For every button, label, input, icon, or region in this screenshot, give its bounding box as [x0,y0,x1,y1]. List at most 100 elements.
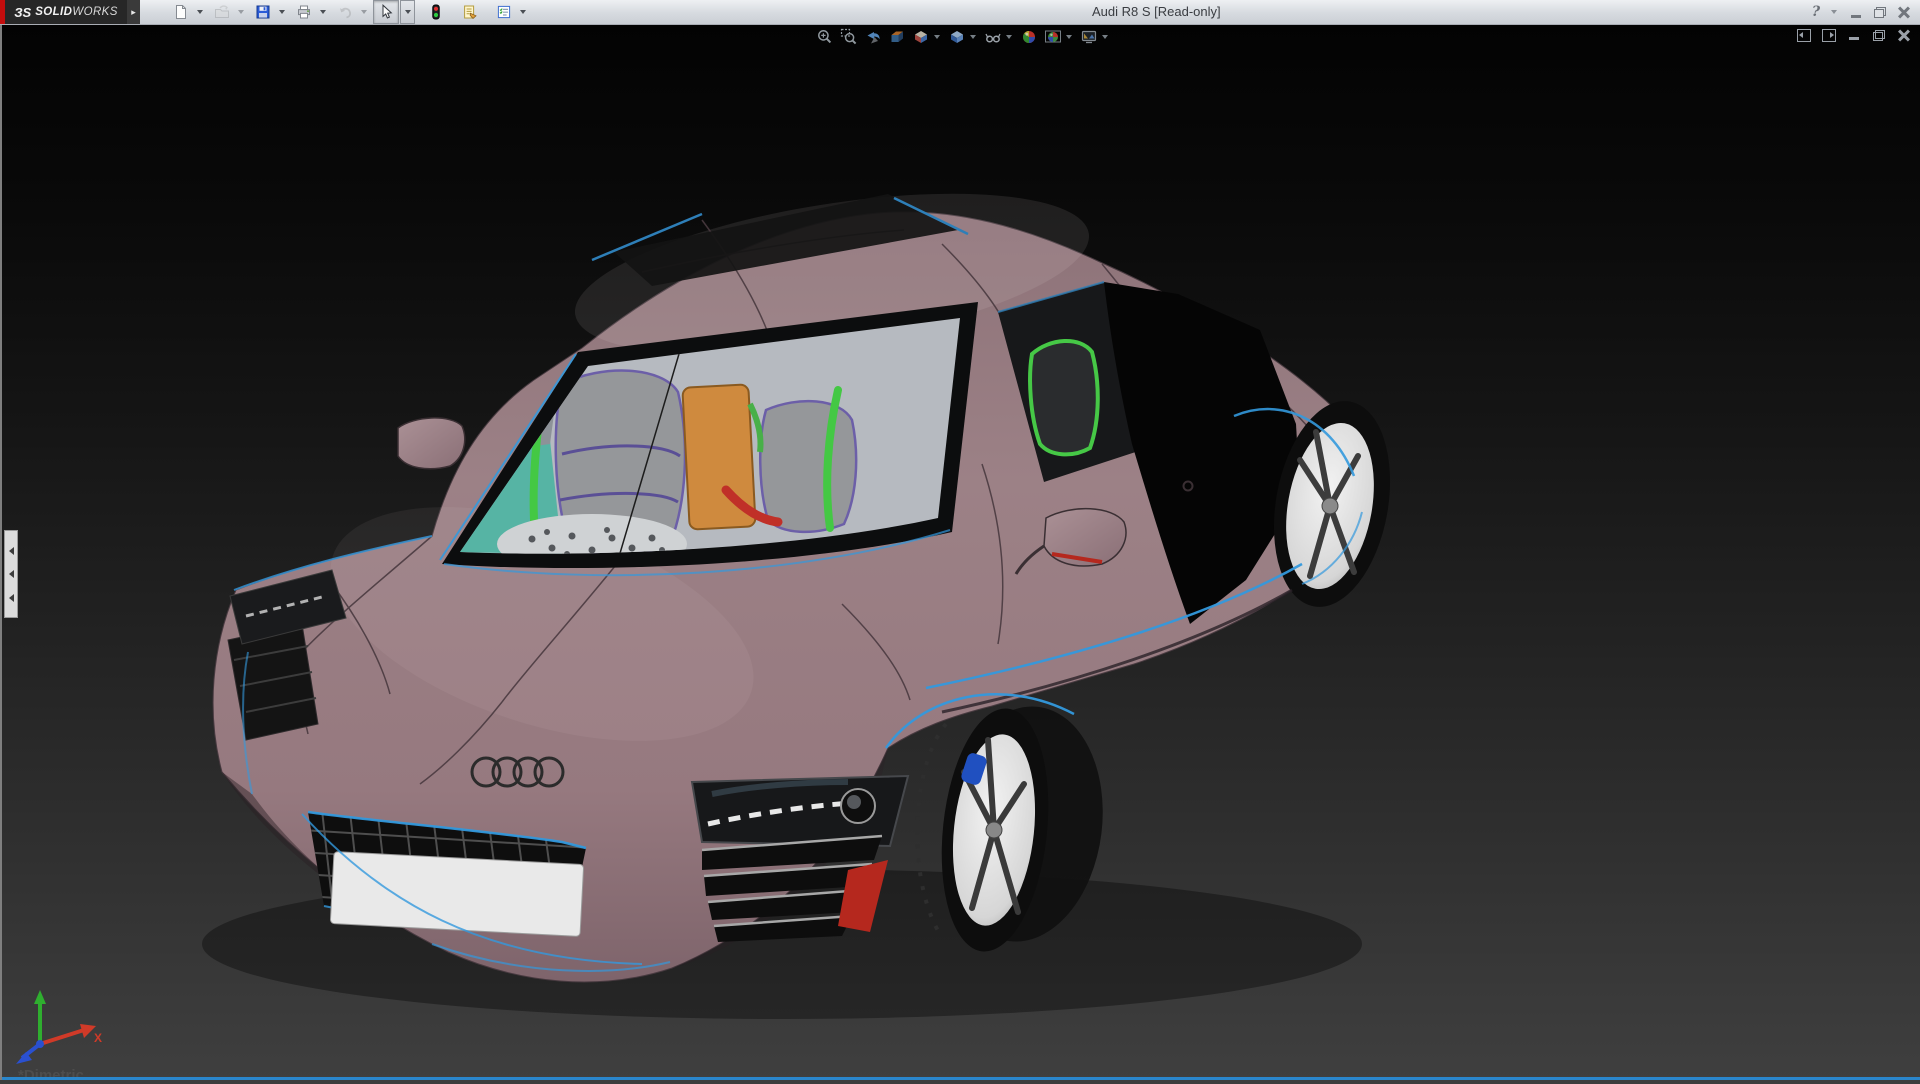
save-floppy-icon [255,4,271,20]
print-button[interactable] [291,0,317,24]
window-title: Audi R8 S [Read-only] [1092,4,1221,19]
close-icon [1898,6,1910,18]
menu-expand-arrow-icon: ▸ [131,7,136,18]
view-orientation-button[interactable] [910,27,931,46]
apply-scene-button[interactable] [1042,27,1063,46]
doc-close-icon [1898,29,1910,41]
main-toolbar [160,1,532,23]
car-model[interactable] [2,24,1920,1080]
help-button[interactable]: ? [1806,3,1826,21]
options-button[interactable] [491,0,517,24]
doc-minimize-button[interactable] [1846,28,1862,42]
brand-name-bold: SOLID [35,6,72,18]
collapse-arrow-icon [9,547,14,555]
doc-close-button[interactable] [1896,28,1912,42]
collapse-arrow-icon [9,570,14,578]
dropdown-arrow-icon [238,10,244,14]
open-button[interactable] [209,0,235,24]
options-dropdown[interactable] [517,0,532,24]
title-bar: ЗS SOLID WORKS ▸ [0,0,1920,25]
view-orientation-label: *Dimetric [18,1067,84,1084]
save-dropdown[interactable] [276,0,291,24]
select-cursor-icon [378,4,394,20]
hide-show-items-dropdown[interactable] [1006,35,1012,39]
new-document-dropdown[interactable] [194,0,209,24]
close-button[interactable] [1894,3,1914,21]
help-dropdown-arrow-icon[interactable] [1831,10,1837,14]
new-document-button[interactable] [168,0,194,24]
section-view-icon [888,28,906,46]
print-dropdown[interactable] [317,0,332,24]
previous-view-button[interactable] [862,27,883,46]
expand-right-pane-button[interactable] [1821,28,1837,42]
solidworks-logo-icon: ЗS [14,5,31,20]
menu-expand-arrow[interactable]: ▸ [127,0,140,24]
select-button[interactable] [373,0,399,24]
view-settings-button[interactable] [1078,27,1099,46]
open-folder-icon [214,4,230,20]
dropdown-arrow-icon [361,10,367,14]
dropdown-arrow-icon [279,10,285,14]
undo-button[interactable] [332,0,358,24]
minimize-icon [1851,15,1861,18]
view-orientation-dropdown[interactable] [934,35,940,39]
dropdown-arrow-icon [320,10,326,14]
windshield[interactable] [440,302,978,575]
edit-appearance-ball-icon [1020,28,1038,46]
view-orientation-icon [912,28,930,46]
window-controls: ? [1806,1,1914,23]
collapse-left-pane-button[interactable] [1796,28,1812,42]
dropdown-arrow-icon [197,10,203,14]
view-settings-dropdown[interactable] [1102,35,1108,39]
document-window-controls [1796,28,1912,42]
edit-appearance-button[interactable] [1018,27,1039,46]
previous-view-icon [864,28,882,46]
x-axis-label: X [94,1031,102,1045]
restore-icon [1874,7,1886,18]
help-icon: ? [1810,4,1822,20]
rebuild-button[interactable] [423,0,449,24]
display-style-button[interactable] [946,27,967,46]
undo-dropdown[interactable] [358,0,373,24]
print-icon [296,4,312,20]
graphics-area[interactable]: X *Dimetric [0,24,1920,1080]
undo-arrow-icon [337,4,353,20]
dropdown-arrow-icon [405,10,411,14]
headsup-view-toolbar [814,27,1111,46]
side-intake[interactable] [702,836,888,942]
open-dropdown[interactable] [235,0,250,24]
options-checklist-icon [496,4,512,20]
section-view-button[interactable] [886,27,907,46]
select-dropdown[interactable] [400,0,415,24]
hide-show-items-button[interactable] [982,27,1003,46]
zoom-to-area-icon [840,28,858,46]
solidworks-logo[interactable]: ЗS SOLID WORKS [5,0,127,24]
new-document-icon [173,4,189,20]
doc-restore-icon [1873,30,1885,41]
rebuild-traffic-light-icon [428,4,444,20]
collapse-left-pane-icon [1797,29,1811,42]
orientation-triad: X [10,982,106,1066]
doc-minimize-icon [1849,37,1859,40]
apply-scene-icon [1044,28,1062,46]
zoom-to-area-button[interactable] [838,27,859,46]
license-plate[interactable] [330,852,583,937]
doc-restore-button[interactable] [1871,28,1887,42]
file-properties-button[interactable] [457,0,483,24]
display-style-icon [948,28,966,46]
save-button[interactable] [250,0,276,24]
zoom-to-fit-icon [816,28,834,46]
hide-show-items-glasses-icon [984,28,1002,46]
display-style-dropdown[interactable] [970,35,976,39]
minimize-button[interactable] [1846,3,1866,21]
left-mirror [398,418,465,469]
apply-scene-dropdown[interactable] [1066,35,1072,39]
view-settings-icon [1080,28,1098,46]
restore-button[interactable] [1870,3,1890,21]
expand-right-pane-icon [1822,29,1836,42]
y-axis-arrow-icon [34,990,46,1004]
featuremanager-collapsed-tab[interactable] [4,530,18,618]
brand-name-light: WORKS [72,6,117,18]
zoom-to-fit-button[interactable] [814,27,835,46]
file-properties-icon [462,4,478,20]
